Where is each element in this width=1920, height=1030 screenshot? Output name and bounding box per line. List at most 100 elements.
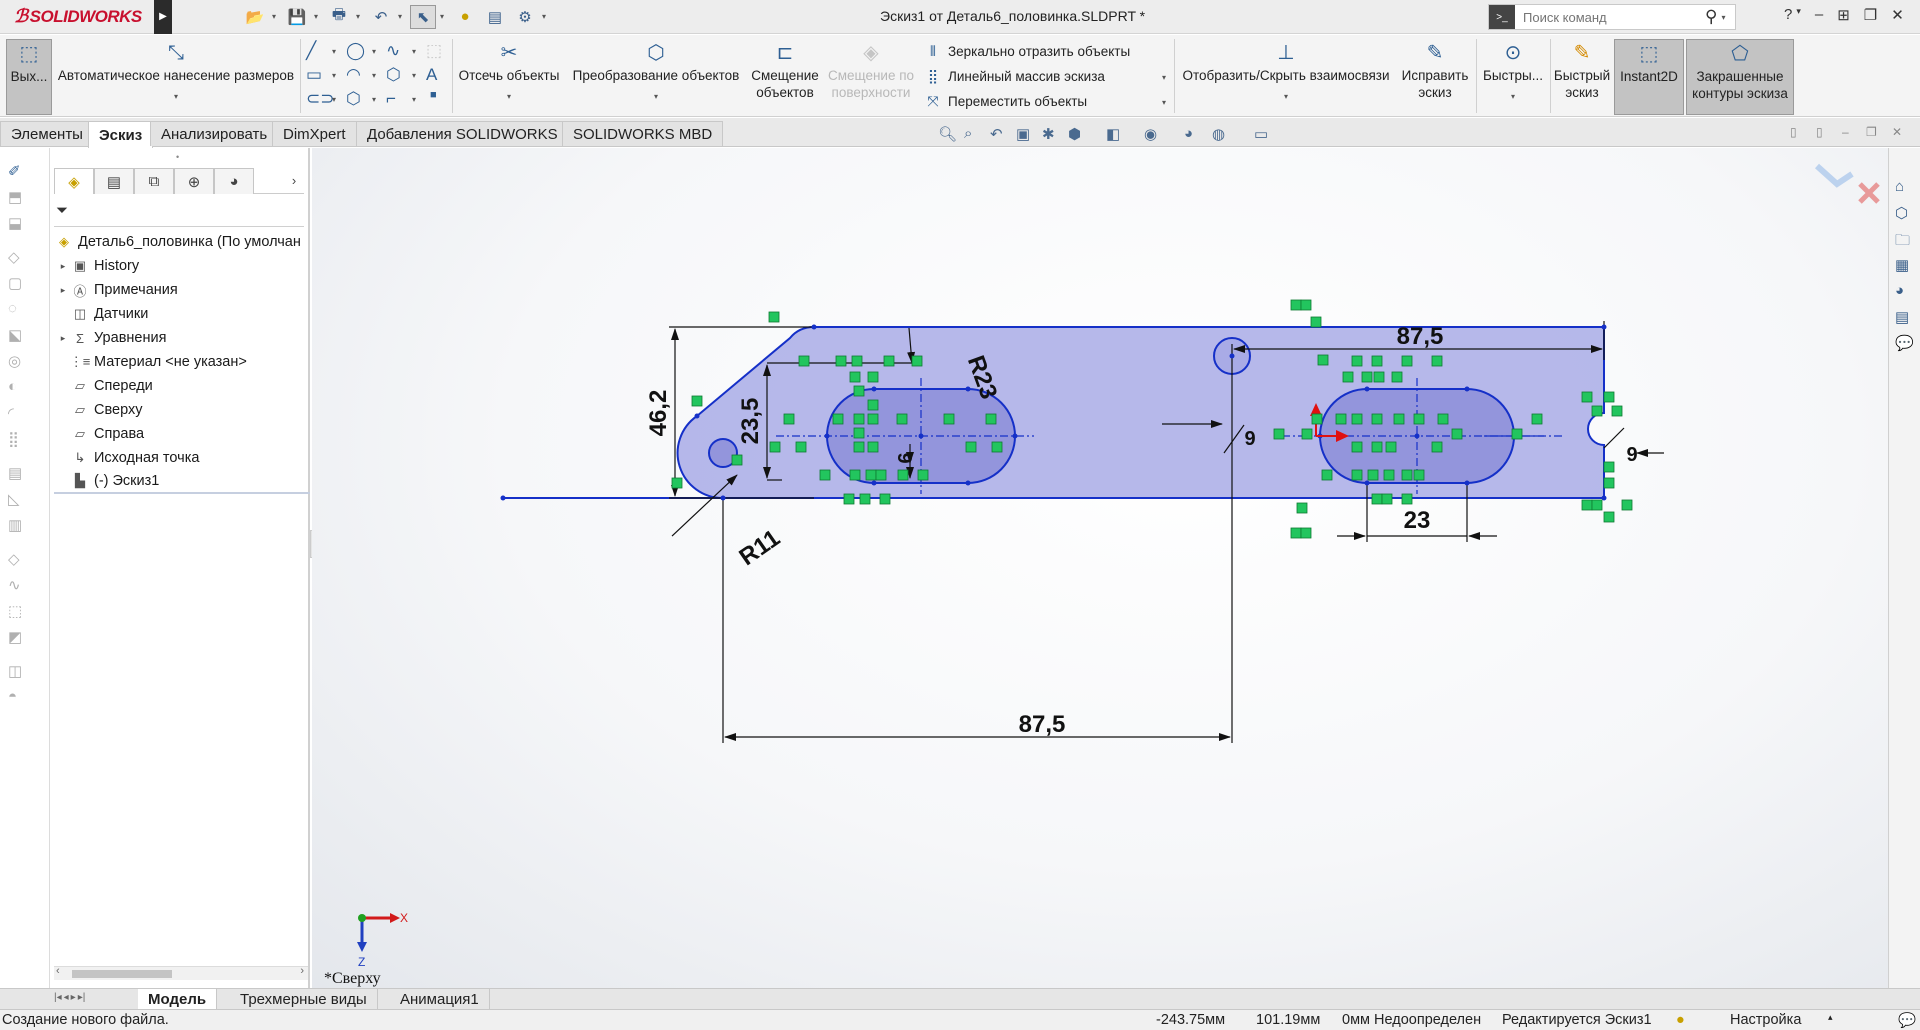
- tab-scroll-arrows[interactable]: |◂ ◂ ▸ ▸|: [54, 992, 85, 1003]
- intersect-icon[interactable]: ◩: [8, 628, 30, 648]
- file-properties-icon[interactable]: ▤: [482, 5, 508, 29]
- file-explorer-icon[interactable]: 🗀: [1895, 230, 1915, 250]
- tree-item-sketch1[interactable]: ▙ (-) Эскиз1: [54, 470, 310, 494]
- appearances-icon[interactable]: ◕: [1895, 282, 1915, 302]
- previous-view-icon[interactable]: ↶: [990, 125, 1003, 143]
- chevron-up-icon[interactable]: ▴: [1828, 1012, 1833, 1023]
- panel-grip-icon[interactable]: •: [176, 152, 179, 162]
- polygon-icon[interactable]: ⬡: [386, 65, 401, 85]
- tree-item-history[interactable]: ▸ ▣ History: [54, 254, 310, 278]
- text-icon[interactable]: A: [426, 65, 437, 85]
- unit-system-button[interactable]: Настройка: [1730, 1012, 1801, 1028]
- chevron-down-icon[interactable]: ▾: [398, 12, 406, 21]
- tab-addins[interactable]: Добавления SOLIDWORKS: [356, 121, 569, 146]
- sketch-tools-icon[interactable]: ✐: [8, 162, 30, 182]
- command-search[interactable]: >_ ⚲ ▾: [1488, 4, 1736, 30]
- shaded-sketch-contours-button[interactable]: ⬠ Закрашенные контуры эскиза: [1686, 39, 1794, 115]
- apply-scene-icon[interactable]: ◍: [1212, 125, 1225, 143]
- print-icon[interactable]: 🖶: [326, 5, 352, 29]
- smart-dimension-button[interactable]: ⤡ Автоматическое нанесение размеров ▾: [56, 39, 296, 115]
- repair-sketch-button[interactable]: ✎ Исправить эскиз: [1398, 39, 1472, 115]
- chevron-down-icon[interactable]: ▾: [1162, 98, 1166, 107]
- close-icon[interactable]: ✕: [1891, 6, 1904, 24]
- fillet-corner-icon[interactable]: ⌐: [386, 89, 396, 109]
- hide-show-items-icon[interactable]: ◉: [1144, 125, 1157, 143]
- instant3d-icon[interactable]: ⬚: [8, 602, 30, 622]
- tree-item-annotations[interactable]: ▸ Ⓐ Примечания: [54, 278, 310, 302]
- linear-pattern-button[interactable]: ⣿ Линейный массив эскиза: [924, 68, 1105, 85]
- tab-dimxpert[interactable]: DimXpert: [272, 121, 357, 146]
- convert-entities-button[interactable]: ⬡ Преобразование объектов ▾: [568, 39, 744, 115]
- feature-tree-tab-icon[interactable]: ◈: [54, 168, 94, 194]
- boundary-icon[interactable]: ◌: [8, 300, 30, 320]
- chevron-down-icon[interactable]: ▾: [356, 12, 364, 21]
- surface-spline-icon[interactable]: ⬚: [426, 41, 442, 61]
- chevron-down-icon[interactable]: ▾: [1162, 73, 1166, 82]
- draft-icon[interactable]: ◺: [8, 490, 30, 510]
- view-settings-icon[interactable]: ▭: [1254, 125, 1268, 143]
- scroll-right-icon[interactable]: ›: [300, 965, 304, 977]
- scroll-left-icon[interactable]: ‹: [56, 965, 60, 977]
- move-entities-button[interactable]: ⤧ Переместить объекты: [924, 93, 1087, 110]
- spline-icon[interactable]: ∿: [386, 41, 400, 61]
- wrap-icon[interactable]: ◫: [8, 662, 30, 682]
- quick-snaps-button[interactable]: ⊙ Быстры... ▾: [1480, 39, 1546, 115]
- chevron-down-icon[interactable]: ▾: [314, 12, 322, 21]
- pane-split-icon[interactable]: ▯: [1816, 125, 1823, 139]
- fillet-icon[interactable]: ◜: [8, 404, 30, 424]
- tab-features[interactable]: Элементы: [0, 121, 94, 146]
- property-manager-tab-icon[interactable]: ▤: [94, 168, 134, 194]
- display-manager-tab-icon[interactable]: ◕: [214, 168, 254, 194]
- dimxpert-manager-tab-icon[interactable]: ⊕: [174, 168, 214, 194]
- tree-item-sensors[interactable]: ◫ Датчики: [54, 302, 310, 326]
- tab-mbd[interactable]: SOLIDWORKS MBD: [562, 121, 724, 146]
- search-icon[interactable]: ⚲: [1705, 7, 1717, 27]
- trim-entities-button[interactable]: ✂ Отсечь объекты ▾: [456, 39, 562, 115]
- tab-3d-views[interactable]: Трехмерные виды: [230, 989, 378, 1010]
- scrollbar-thumb[interactable]: [72, 970, 172, 978]
- configuration-manager-tab-icon[interactable]: ⧉: [134, 168, 174, 194]
- first-tab-icon[interactable]: |◂: [54, 992, 62, 1003]
- zoom-area-icon[interactable]: ⌕: [964, 125, 972, 142]
- help-button[interactable]: ?: [1784, 6, 1792, 24]
- undo-icon[interactable]: ↶: [368, 5, 394, 29]
- filter-icon[interactable]: ⏷: [56, 202, 68, 219]
- sketch-canvas[interactable]: 87,5 87,5 46,2 23,5 R23 R11 23 9 9 9 X Z…: [312, 148, 1888, 988]
- viewport-restore-icon[interactable]: ❐: [1866, 125, 1877, 139]
- rib-icon[interactable]: ▤: [8, 464, 30, 484]
- tab-animation1[interactable]: Анимация1: [390, 989, 490, 1010]
- tree-item-equations[interactable]: ▸ Σ Уравнения: [54, 326, 310, 350]
- dome-icon[interactable]: ◓: [8, 688, 30, 708]
- select-icon[interactable]: ⬉: [410, 4, 436, 29]
- chevron-down-icon[interactable]: ▾: [1511, 88, 1515, 105]
- chevron-down-icon[interactable]: ▾: [507, 88, 511, 105]
- rebuild-icon[interactable]: ●: [452, 5, 478, 29]
- chevron-down-icon[interactable]: ▾: [542, 12, 550, 21]
- save-icon[interactable]: 💾: [284, 5, 310, 29]
- options-gear-icon[interactable]: ⚙: [512, 5, 538, 29]
- dynamic-annotation-icon[interactable]: ✱: [1042, 125, 1055, 143]
- arc-icon[interactable]: ◠: [346, 65, 361, 85]
- command-prompt-icon[interactable]: >_: [1489, 5, 1515, 29]
- next-tab-icon[interactable]: ▸: [71, 992, 76, 1003]
- chevron-down-icon[interactable]: ▾: [654, 88, 658, 105]
- chevron-down-icon[interactable]: ▾: [174, 88, 178, 105]
- expand-arrow-icon[interactable]: ▸: [56, 333, 70, 344]
- tree-item-origin[interactable]: ↳ Исходная точка: [54, 446, 310, 470]
- exit-sketch-button[interactable]: ⬚ Вых...: [6, 39, 52, 115]
- shell-icon[interactable]: ▥: [8, 516, 30, 536]
- extrude-icon[interactable]: ⬒: [8, 188, 30, 208]
- chevron-right-icon[interactable]: ›: [284, 168, 304, 193]
- mirror-entities-button[interactable]: ⫴ Зеркально отразить объекты: [924, 43, 1130, 60]
- curves-icon[interactable]: ∿: [8, 576, 30, 596]
- edit-appearance-icon[interactable]: ◕: [1184, 125, 1193, 142]
- home-icon[interactable]: ⌂: [1895, 178, 1915, 198]
- offset-on-surface-button[interactable]: ◈ Смещение по поверхности: [826, 39, 916, 115]
- tree-root-part[interactable]: ◈ Деталь6_половинка (По умолчан: [54, 230, 310, 254]
- rectangle-icon[interactable]: ▭: [306, 65, 322, 85]
- display-style-icon[interactable]: ◧: [1106, 125, 1120, 143]
- tree-item-front-plane[interactable]: ▱ Спереди: [54, 374, 310, 398]
- tree-item-top-plane[interactable]: ▱ Сверху: [54, 398, 310, 422]
- revolve-icon[interactable]: ⬓: [8, 214, 30, 234]
- chevron-down-icon[interactable]: ▾: [272, 12, 280, 21]
